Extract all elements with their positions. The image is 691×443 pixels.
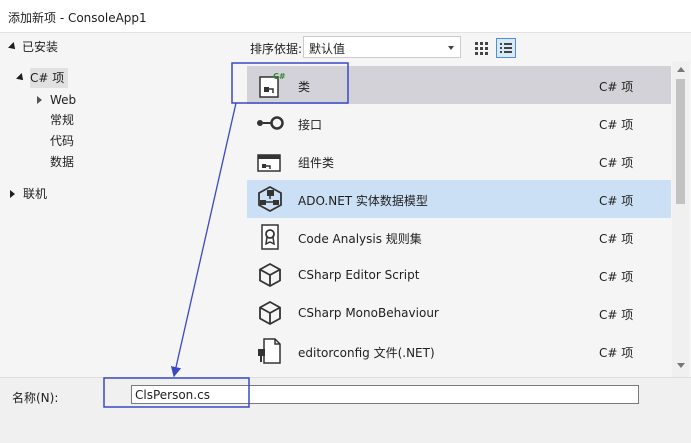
- chevron-down-icon: [448, 46, 454, 50]
- item-name: CSharp MonoBehaviour: [298, 306, 439, 320]
- scroll-down-icon[interactable]: [677, 363, 685, 368]
- name-input[interactable]: [131, 385, 639, 404]
- cube-icon: [259, 300, 281, 326]
- component-class-icon: [257, 154, 281, 172]
- grid-view-button[interactable]: [472, 38, 492, 58]
- window-title: 添加新项 - ConsoleApp1: [8, 11, 147, 25]
- tree-item-web[interactable]: Web: [37, 90, 77, 110]
- list-item[interactable]: CSharp Editor Script C# 项: [247, 256, 671, 294]
- vertical-scrollbar[interactable]: [672, 61, 689, 377]
- sort-dropdown[interactable]: 默认值: [303, 36, 461, 58]
- tree-item-general[interactable]: 常规: [50, 110, 74, 130]
- tree-item-csharp[interactable]: C# 项: [16, 68, 68, 88]
- sort-bar: 排序依据: 默认值: [245, 33, 691, 61]
- item-language: C# 项: [599, 232, 634, 246]
- tree-item-online[interactable]: 联机: [10, 184, 48, 204]
- tree-item-data[interactable]: 数据: [50, 152, 74, 172]
- item-language: C# 项: [599, 80, 634, 94]
- tree-item-online-label: 联机: [23, 187, 48, 201]
- tree-item-installed-label: 已安装: [22, 40, 59, 54]
- class-icon: C#: [259, 72, 285, 98]
- item-language: C# 项: [599, 346, 634, 360]
- item-language: C# 项: [599, 156, 634, 170]
- list-item[interactable]: C# 类 C# 项: [247, 66, 671, 104]
- item-name: 类: [298, 80, 311, 94]
- item-language: C# 项: [599, 194, 634, 208]
- list-item[interactable]: ADO.NET 实体数据模型 C# 项: [247, 180, 671, 218]
- list-item[interactable]: [247, 370, 671, 377]
- sort-value: 默认值: [309, 42, 346, 56]
- tree-item-code[interactable]: 代码: [50, 131, 74, 151]
- ruleset-icon: [261, 224, 279, 250]
- item-name: CSharp Editor Script: [298, 268, 420, 282]
- category-tree: 已安装 C# 项 Web 常规 代码 数据 联机: [0, 33, 245, 377]
- tree-item-web-label: Web: [50, 93, 77, 107]
- item-name: editorconfig 文件(.NET): [298, 346, 435, 360]
- item-name: Code Analysis 规则集: [298, 232, 422, 246]
- tree-item-general-label: 常规: [50, 113, 75, 127]
- item-name: 接口: [298, 118, 323, 132]
- tree-item-csharp-label: C# 项: [30, 71, 65, 85]
- list-item[interactable]: 组件类 C# 项: [247, 142, 671, 180]
- collapsed-icon: [10, 190, 15, 198]
- tree-item-code-label: 代码: [50, 134, 75, 148]
- cube-icon: [259, 262, 281, 288]
- list-item[interactable]: 接口 C# 项: [247, 104, 671, 142]
- expanded-icon: [16, 73, 26, 83]
- interface-icon: [257, 116, 284, 130]
- sort-label: 排序依据:: [250, 42, 303, 56]
- name-label: 名称(N):: [12, 391, 59, 405]
- list-item[interactable]: Code Analysis 规则集 C# 项: [247, 218, 671, 256]
- tree-item-data-label: 数据: [50, 155, 75, 169]
- scroll-thumb[interactable]: [676, 79, 685, 204]
- item-name: ADO.NET 实体数据模型: [298, 194, 428, 208]
- list-view-button[interactable]: [496, 38, 516, 58]
- bottom-bar: 名称(N):: [0, 377, 691, 443]
- template-list: C# 类 C# 项 接口 C# 项 组件类 C# 项 ADO.NET 实体数据模…: [245, 61, 672, 377]
- collapsed-icon: [37, 96, 42, 104]
- item-language: C# 项: [599, 118, 634, 132]
- item-name: 组件类: [298, 156, 335, 170]
- tree-item-installed[interactable]: 已安装: [8, 37, 59, 57]
- title-bar: 添加新项 - ConsoleApp1: [0, 0, 691, 33]
- list-item[interactable]: editorconfig 文件(.NET) C# 项: [247, 332, 671, 370]
- svg-text:C#: C#: [273, 72, 285, 81]
- item-language: C# 项: [599, 308, 634, 322]
- config-file-icon: [258, 338, 281, 364]
- entity-model-icon: [258, 185, 282, 213]
- scroll-up-icon[interactable]: [677, 67, 685, 72]
- expanded-icon: [8, 42, 18, 52]
- item-language: C# 项: [599, 270, 634, 284]
- list-item[interactable]: CSharp MonoBehaviour C# 项: [247, 294, 671, 332]
- list-view-icon: [500, 43, 512, 53]
- grid-view-icon: [475, 42, 488, 55]
